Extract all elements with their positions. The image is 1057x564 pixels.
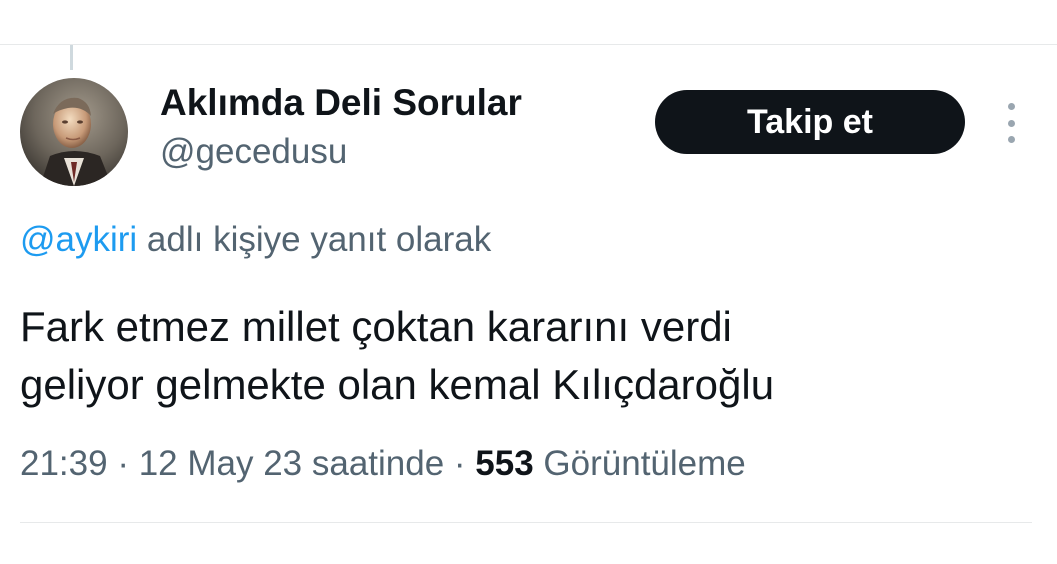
more-vertical-icon-dot — [1007, 136, 1015, 143]
portrait-avatar-icon — [20, 78, 128, 186]
reply-context-text: adlı kişiye yanıt olarak — [137, 220, 492, 259]
reply-mention-link[interactable]: @aykiri — [20, 220, 137, 259]
tweet-text-line: geliyor gelmekte olan kemal Kılıçdaroğlu — [20, 361, 775, 408]
meta-separator: · — [444, 444, 476, 483]
more-vertical-icon — [1007, 103, 1015, 110]
views-count[interactable]: 553 — [475, 444, 533, 483]
views-label: Görüntüleme — [533, 444, 746, 483]
more-vertical-icon-dot — [1007, 119, 1015, 127]
top-divider — [0, 44, 1057, 45]
thread-connector-line — [70, 45, 73, 70]
reply-context: @aykiri adlı kişiye yanıt olarak — [20, 220, 491, 260]
follow-button[interactable]: Takip et — [655, 90, 965, 154]
tweet-text: Fark etmez millet çoktan kararını verdi … — [20, 298, 1020, 414]
tweet-meta: 21:39 · 12 May 23 saatinde · 553 Görüntü… — [20, 444, 746, 484]
more-options-button[interactable] — [996, 103, 1026, 143]
meta-separator: · — [107, 444, 139, 483]
bottom-divider — [20, 522, 1032, 523]
tweet-time[interactable]: 21:39 — [20, 444, 108, 483]
tweet-date[interactable]: 12 May 23 saatinde — [139, 444, 444, 483]
avatar[interactable] — [20, 78, 128, 186]
author-display-name[interactable]: Aklımda Deli Sorular — [160, 82, 522, 124]
tweet-text-line: Fark etmez millet çoktan kararını verdi — [20, 303, 732, 350]
author-handle[interactable]: @gecedusu — [160, 132, 347, 172]
